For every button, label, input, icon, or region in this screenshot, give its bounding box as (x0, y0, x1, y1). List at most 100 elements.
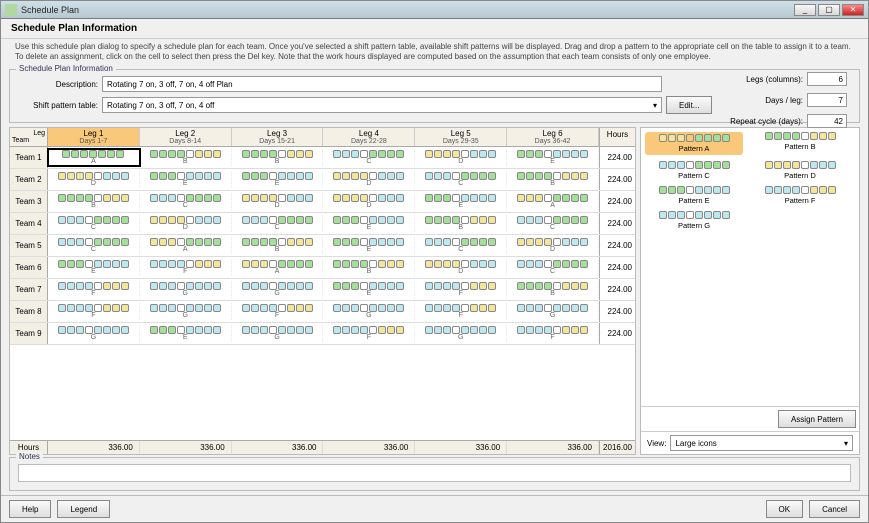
assignment-cell[interactable]: D (323, 193, 415, 210)
legs-label: Legs (columns): (713, 75, 803, 84)
shift-table-dropdown[interactable]: Rotating 7 on, 3 off, 7 on, 4 off ▾ (102, 97, 662, 113)
repeat-input[interactable] (807, 114, 847, 128)
assignment-cell[interactable]: E (323, 237, 415, 254)
days-per-leg-input[interactable] (807, 93, 847, 107)
assignment-cell[interactable]: C (415, 171, 507, 188)
pattern-card[interactable]: Pattern G (645, 211, 743, 230)
team-label[interactable]: Team 7 (10, 279, 48, 300)
assignment-cell[interactable]: E (323, 215, 415, 232)
description-input[interactable] (102, 76, 662, 92)
view-dropdown[interactable]: Large icons ▾ (670, 435, 853, 451)
assignment-cell[interactable]: D (507, 237, 599, 254)
leg-header-5[interactable]: Leg 5Days 29-35 (415, 128, 507, 146)
legs-input[interactable] (807, 72, 847, 86)
assignment-cell[interactable]: D (415, 149, 507, 166)
maximize-button[interactable]: ▢ (818, 4, 840, 16)
assignment-cell[interactable]: E (140, 171, 232, 188)
pattern-card[interactable]: Pattern B (751, 132, 849, 155)
assignment-cell[interactable]: E (507, 149, 599, 166)
leg-header-2[interactable]: Leg 2Days 8-14 (140, 128, 232, 146)
assignment-cell[interactable]: E (48, 259, 140, 276)
assignment-cell[interactable]: D (323, 171, 415, 188)
assignment-cell[interactable]: F (323, 325, 415, 342)
pattern-label: Pattern E (678, 196, 709, 205)
assignment-cell[interactable]: F (415, 281, 507, 298)
leg-header-4[interactable]: Leg 4Days 22-28 (323, 128, 415, 146)
team-label[interactable]: Team 3 (10, 191, 48, 212)
assignment-cell[interactable]: B (507, 281, 599, 298)
assignment-cell[interactable]: A (232, 259, 324, 276)
assignment-cell[interactable]: B (415, 215, 507, 232)
assign-pattern-button[interactable]: Assign Pattern (778, 410, 856, 428)
pattern-card[interactable]: Pattern E (645, 186, 743, 205)
assignment-cell[interactable]: F (48, 303, 140, 320)
assignment-cell[interactable]: B (323, 259, 415, 276)
minimize-button[interactable]: _ (794, 4, 816, 16)
pattern-palette: Pattern A Pattern B Pattern C Pattern D Patt… (640, 127, 860, 455)
help-button[interactable]: Help (9, 500, 51, 518)
team-label[interactable]: Team 4 (10, 213, 48, 234)
assignment-cell[interactable]: D (48, 171, 140, 188)
assignment-cell[interactable]: C (323, 149, 415, 166)
team-label[interactable]: Team 8 (10, 301, 48, 322)
legend-button[interactable]: Legend (57, 500, 110, 518)
assignment-cell[interactable]: E (415, 193, 507, 210)
assignment-cell[interactable]: F (415, 303, 507, 320)
leg-header-1[interactable]: Leg 1Days 1-7 (48, 128, 140, 146)
assignment-cell[interactable]: C (507, 259, 599, 276)
assignment-cell[interactable]: B (232, 149, 324, 166)
assignment-cell[interactable]: A (140, 237, 232, 254)
assignment-cell[interactable]: D (140, 215, 232, 232)
assignment-cell[interactable]: E (323, 281, 415, 298)
assignment-cell[interactable]: F (48, 281, 140, 298)
cancel-button[interactable]: Cancel (809, 500, 860, 518)
team-label[interactable]: Team 9 (10, 323, 48, 344)
assignment-cell[interactable]: C (232, 215, 324, 232)
edit-button[interactable]: Edit... (666, 96, 712, 114)
assignment-cell[interactable]: B (140, 149, 232, 166)
team-label[interactable]: Team 5 (10, 235, 48, 256)
grid-corner: LegTeam (10, 128, 48, 146)
team-label[interactable]: Team 2 (10, 169, 48, 190)
assignment-cell[interactable]: C (48, 237, 140, 254)
assignment-cell[interactable]: F (140, 259, 232, 276)
assignment-cell[interactable]: C (507, 215, 599, 232)
pattern-card[interactable]: Pattern D (751, 161, 849, 180)
assignment-cell[interactable]: F (507, 325, 599, 342)
assignment-cell[interactable]: D (415, 259, 507, 276)
assignment-cell[interactable]: G (415, 325, 507, 342)
assignment-cell[interactable]: E (140, 325, 232, 342)
assignment-grid[interactable]: LegTeamLeg 1Days 1-7Leg 2Days 8-14Leg 3D… (9, 127, 636, 455)
assignment-cell[interactable]: F (232, 303, 324, 320)
assignment-cell[interactable]: A (507, 193, 599, 210)
notes-textarea[interactable] (18, 464, 851, 482)
assignment-cell[interactable]: B (232, 237, 324, 254)
team-label[interactable]: Team 1 (10, 147, 48, 168)
assignment-cell[interactable]: A (48, 149, 140, 166)
assignment-cell[interactable]: G (323, 303, 415, 320)
assignment-cell[interactable]: G (48, 325, 140, 342)
assignment-cell[interactable]: G (140, 303, 232, 320)
assignment-cell[interactable]: E (232, 171, 324, 188)
close-button[interactable]: ✕ (842, 4, 864, 16)
shift-table-label: Shift pattern table: (18, 101, 98, 110)
assignment-cell[interactable]: C (48, 215, 140, 232)
pattern-card[interactable]: Pattern C (645, 161, 743, 180)
assignment-cell[interactable]: B (507, 171, 599, 188)
pattern-card[interactable]: Pattern A (645, 132, 743, 155)
pattern-card[interactable]: Pattern F (751, 186, 849, 205)
assignment-cell[interactable]: G (140, 281, 232, 298)
assignment-cell[interactable]: C (140, 193, 232, 210)
assignment-cell[interactable]: B (48, 193, 140, 210)
titlebar[interactable]: Schedule Plan _ ▢ ✕ (1, 1, 868, 19)
assignment-cell[interactable]: D (232, 193, 324, 210)
leg-header-6[interactable]: Leg 6Days 36-42 (507, 128, 599, 146)
assignment-cell[interactable]: G (507, 303, 599, 320)
team-label[interactable]: Team 6 (10, 257, 48, 278)
ok-button[interactable]: OK (766, 500, 804, 518)
assignment-cell[interactable]: G (232, 281, 324, 298)
assignment-cell[interactable]: C (415, 237, 507, 254)
assignment-cell[interactable]: G (232, 325, 324, 342)
window-title: Schedule Plan (21, 5, 794, 15)
leg-header-3[interactable]: Leg 3Days 15-21 (232, 128, 324, 146)
